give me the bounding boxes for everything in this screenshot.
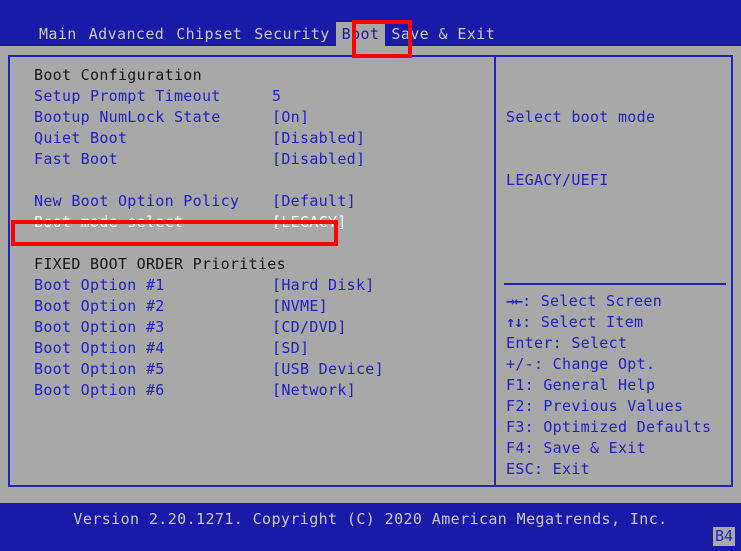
setting-value[interactable]: [NVME] — [272, 296, 328, 317]
panels-frame: Boot Configuration Setup Prompt Timeout 5 B… — [8, 55, 733, 487]
nav-key-label: F1: General Help — [506, 376, 656, 394]
nav-key-esc-exit: ESC: Exit — [506, 459, 711, 480]
setting-label: Bootup NumLock State — [34, 108, 221, 126]
menu-tab-save-exit[interactable]: Save & Exit — [385, 22, 501, 46]
arrows-vertical-icon: ↑↓ — [506, 313, 523, 331]
setting-row-boot-mode-select[interactable]: Boot mode select [LEGACY] — [10, 212, 494, 233]
setting-row-bootup-numlock-state[interactable]: Bootup NumLock State [On] — [10, 107, 494, 128]
nav-key-f4-save-exit: F4: Save & Exit — [506, 438, 711, 459]
nav-key-select-item: ↑↓: Select Item — [506, 312, 711, 333]
nav-key-label: : Select Screen — [522, 292, 663, 310]
title-bar: Aptio Setup Utility - Copyright (C) 2020… — [0, 0, 741, 39]
setting-label: Boot Option #5 — [34, 360, 165, 378]
help-description-line2: LEGACY/UEFI — [506, 171, 609, 189]
menu-tab-advanced[interactable]: Advanced — [83, 22, 170, 46]
setting-row-boot-option-num1[interactable]: Boot Option #1 [Hard Disk] — [10, 275, 494, 296]
setting-label: Boot Option #2 — [34, 297, 165, 315]
nav-key-label: F4: Save & Exit — [506, 439, 646, 457]
setting-label: Boot Option #6 — [34, 381, 165, 399]
setting-row-fast-boot[interactable]: Fast Boot [Disabled] — [10, 149, 494, 170]
nav-key-label: : Select Item — [522, 313, 644, 331]
setting-label: Boot Option #3 — [34, 318, 165, 336]
nav-key-change-opt: +/-: Change Opt. — [506, 354, 711, 375]
nav-key-select-screen: →←: Select Screen — [506, 291, 711, 312]
setting-value[interactable]: [SD] — [272, 338, 309, 359]
setting-label: Boot mode select — [34, 213, 184, 231]
nav-key-label: Enter: Select — [506, 334, 628, 352]
page-indicator: B4 — [712, 527, 735, 546]
menu-tab-security[interactable]: Security — [248, 22, 335, 46]
setting-value[interactable]: [Network] — [272, 380, 356, 401]
setting-label: Boot Option #4 — [34, 339, 165, 357]
setting-value[interactable]: [Disabled] — [272, 128, 365, 149]
help-description: Select boot mode LEGACY/UEFI — [506, 65, 731, 233]
setting-value[interactable]: [USB Device] — [272, 359, 384, 380]
setting-value[interactable]: [On] — [272, 107, 309, 128]
nav-key-enter-select: Enter: Select — [506, 333, 711, 354]
nav-key-label: ESC: Exit — [506, 460, 590, 478]
setting-label: FIXED BOOT ORDER Priorities — [34, 255, 286, 273]
setting-label: Boot Configuration — [34, 66, 202, 84]
setting-row-boot-option-num6[interactable]: Boot Option #6 [Network] — [10, 380, 494, 401]
boot-settings-panel: Boot Configuration Setup Prompt Timeout 5 B… — [10, 57, 496, 485]
setting-row-new-boot-option-policy[interactable]: New Boot Option Policy [Default] — [10, 191, 494, 212]
screen-body: Boot Configuration Setup Prompt Timeout 5 B… — [0, 46, 741, 503]
setting-row-boot-option-num4[interactable]: Boot Option #4 [SD] — [10, 338, 494, 359]
nav-key-label: F2: Previous Values — [506, 397, 684, 415]
setting-value[interactable]: [CD/DVD] — [272, 317, 347, 338]
nav-key-f2-previous-values: F2: Previous Values — [506, 396, 711, 417]
menu-tab-main[interactable]: Main — [33, 22, 83, 46]
setting-value[interactable]: [Default] — [272, 191, 356, 212]
nav-key-label: +/-: Change Opt. — [506, 355, 656, 373]
setting-label: New Boot Option Policy — [34, 192, 240, 210]
nav-key-label: F3: Optimized Defaults — [506, 418, 712, 436]
setting-label: Quiet Boot — [34, 129, 128, 147]
setting-row-boot-option-num2[interactable]: Boot Option #2 [NVME] — [10, 296, 494, 317]
row-spacer — [10, 170, 494, 191]
version-text: Version 2.20.1271. Copyright (C) 2020 Am… — [73, 510, 668, 528]
section-heading-boot-configuration: Boot Configuration — [10, 65, 494, 86]
menu-bar: Main Advanced Chipset Security Boot Save & Ex… — [0, 22, 741, 46]
setting-value[interactable]: [Disabled] — [272, 149, 365, 170]
setting-row-boot-option-num5[interactable]: Boot Option #5 [USB Device] — [10, 359, 494, 380]
help-description-line1: Select boot mode — [506, 108, 656, 126]
setting-value[interactable]: 5 — [272, 86, 281, 107]
help-divider — [504, 283, 726, 285]
setting-value[interactable]: [Hard Disk] — [272, 275, 375, 296]
row-spacer — [10, 233, 494, 254]
nav-key-f1-general-help: F1: General Help — [506, 375, 711, 396]
setting-row-setup-prompt-timeout[interactable]: Setup Prompt Timeout 5 — [10, 86, 494, 107]
arrows-horizontal-icon: →← — [506, 292, 523, 310]
setting-value[interactable]: [LEGACY] — [272, 212, 347, 233]
menu-tab-chipset[interactable]: Chipset — [170, 22, 248, 46]
footer-bar: Version 2.20.1271. Copyright (C) 2020 Am… — [0, 503, 741, 551]
setting-row-quiet-boot[interactable]: Quiet Boot [Disabled] — [10, 128, 494, 149]
menu-tab-boot[interactable]: Boot — [335, 22, 386, 46]
section-heading-fixed-boot-order-priorities: FIXED BOOT ORDER Priorities — [10, 254, 494, 275]
setting-label: Setup Prompt Timeout — [34, 87, 221, 105]
setting-row-boot-option-num3[interactable]: Boot Option #3 [CD/DVD] — [10, 317, 494, 338]
help-panel: Select boot mode LEGACY/UEFI →←: Select … — [496, 57, 731, 485]
settings-list: Boot Configuration Setup Prompt Timeout 5 B… — [10, 65, 494, 401]
nav-key-f3-optimized-defaults: F3: Optimized Defaults — [506, 417, 711, 438]
setting-label: Fast Boot — [34, 150, 118, 168]
setting-label: Boot Option #1 — [34, 276, 165, 294]
navigation-keys-list: →←: Select Screen ↑↓: Select Item Enter: S… — [506, 291, 711, 480]
